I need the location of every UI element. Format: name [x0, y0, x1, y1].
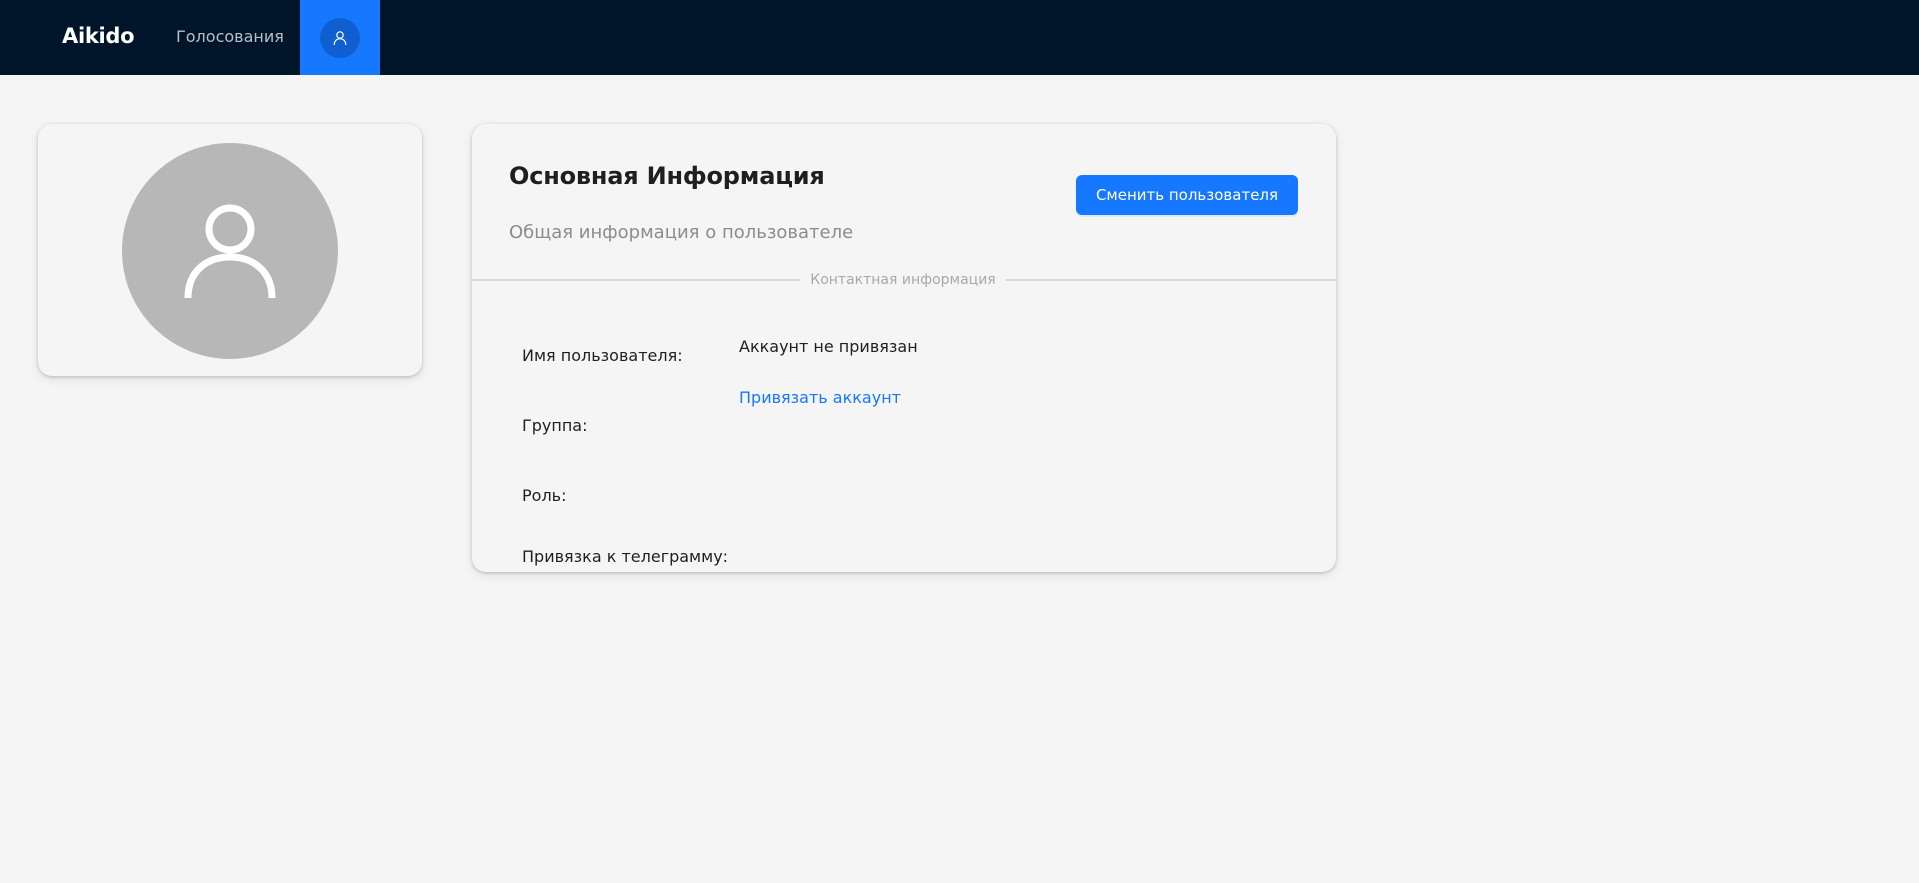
user-info-card: Основная Информация Общая информация о п…	[472, 124, 1336, 572]
username-value: Аккаунт не привязан	[739, 337, 918, 356]
bind-account-link[interactable]: Привязать аккаунт	[739, 388, 901, 407]
user-icon	[333, 31, 347, 46]
telegram-binding-label: Привязка к телеграмму:	[522, 547, 729, 566]
switch-user-button[interactable]: Сменить пользователя	[1076, 175, 1298, 215]
nav-profile-button[interactable]	[300, 0, 380, 75]
user-icon	[184, 204, 276, 299]
avatar-card	[38, 124, 422, 376]
nav-link-votes[interactable]: Голосования	[176, 0, 284, 75]
contact-info-divider-label: Контактная информация	[810, 272, 996, 288]
card-title: Основная Информация	[509, 162, 825, 190]
username-label: Имя пользователя:	[522, 346, 683, 365]
profile-avatar	[122, 143, 338, 359]
top-navbar: Aikido Голосования	[0, 0, 1919, 75]
role-label: Роль:	[522, 486, 567, 505]
brand-logo[interactable]: Aikido	[62, 0, 135, 75]
divider-line-left	[472, 279, 800, 281]
nav-avatar[interactable]	[320, 18, 360, 58]
divider-line-right	[1006, 279, 1336, 281]
group-label: Группа:	[522, 416, 588, 435]
card-subtitle: Общая информация о пользователе	[509, 222, 854, 243]
